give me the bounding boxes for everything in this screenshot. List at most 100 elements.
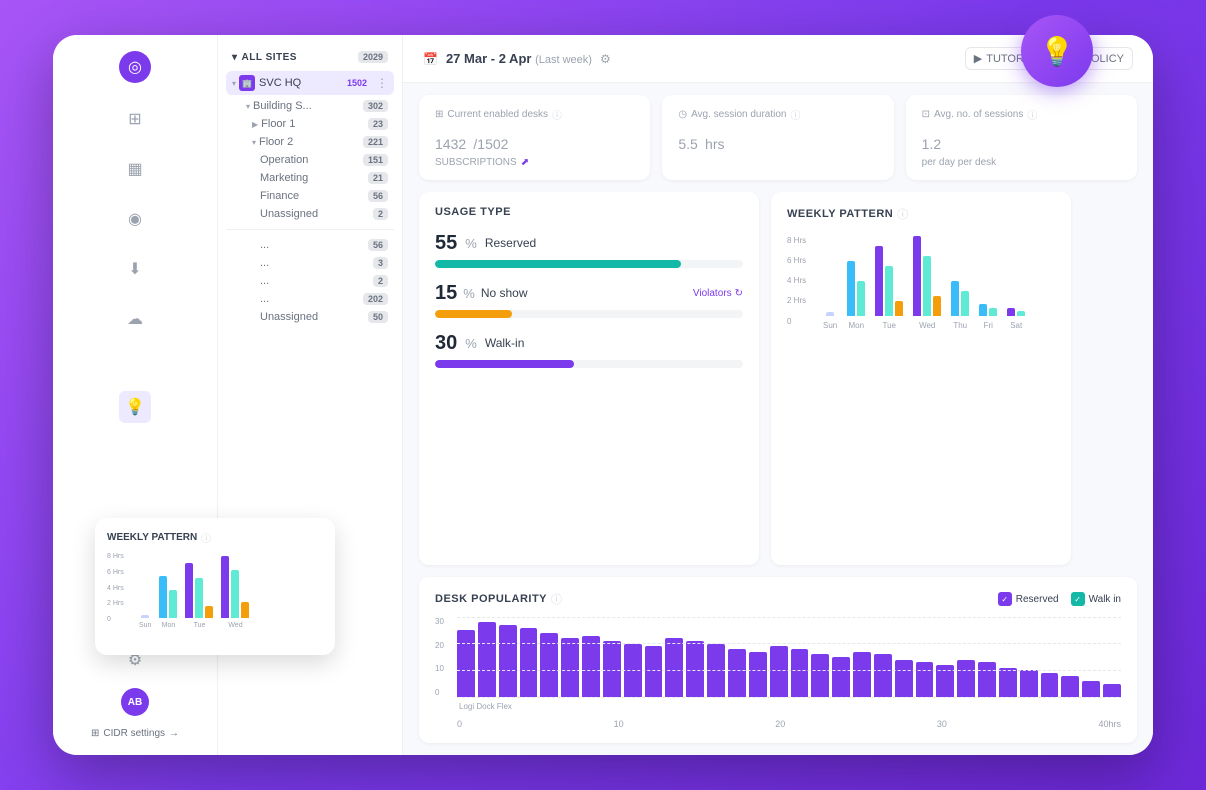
desk-bar-17 [811, 654, 829, 697]
logo-icon: ◎ [128, 57, 142, 77]
nav-item-finance[interactable]: Finance 56 [226, 187, 394, 205]
cidr-settings[interactable]: ⊞ CIDR settings → [91, 728, 179, 739]
x-0: 0 [457, 719, 462, 729]
wed-label: Wed [919, 321, 935, 330]
date-range: 27 Mar - 2 Apr (Last week) [446, 51, 592, 66]
desk-bar-16 [791, 649, 809, 697]
metric-sub-sessions: per day per desk [922, 157, 1121, 168]
noshow-pct: 15 [435, 282, 457, 305]
desk-bar-9 [645, 646, 663, 697]
nav-extra-2[interactable]: ... 3 [226, 254, 394, 272]
operation-count: 151 [363, 154, 388, 166]
bottom-panels: USAGE TYPE 55 % Reserved [403, 192, 1153, 577]
chart-day-mon: Mon [847, 226, 865, 330]
reserved-pct: 55 [435, 232, 457, 255]
desk-bar-6 [582, 636, 600, 697]
metric-avg-sessions: ⊡ Avg. no. of sessions ⓘ 1.2 per day per… [906, 95, 1137, 180]
floating-weekly-card: WEEKLY PATTERN ⓘ 8 Hrs 6 Hrs 4 Hrs 2 Hrs… [95, 518, 335, 655]
first-desk-label: Logi Dock Flex [459, 702, 512, 711]
external-link-icon[interactable]: ⬈ [521, 157, 529, 168]
nav-extra-3[interactable]: ... 2 [226, 272, 394, 290]
reserved-bar [435, 260, 743, 268]
fri-bar1 [979, 304, 987, 316]
weekly-pattern-title: WEEKLY PATTERN ⓘ [787, 206, 1055, 222]
reserved-bar-fill [435, 260, 681, 268]
weekly-pattern-panel: WEEKLY PATTERN ⓘ 8 Hrs 6 Hrs 4 Hrs 2 Hrs… [771, 192, 1071, 565]
desk-bar-27 [1020, 670, 1038, 697]
cidr-icon: ⊞ [91, 728, 99, 739]
building-count: 302 [363, 100, 388, 112]
desk-bar-30 [1082, 681, 1100, 697]
nav-extra-1[interactable]: ... 56 [226, 236, 394, 254]
desk-panel-header: DESK POPULARITY ⓘ ✓ Reserved ✓ Walk in [435, 591, 1121, 607]
sidebar-item-download[interactable]: ⬇ [119, 253, 151, 285]
x-10: 10 [614, 719, 624, 729]
info-icon-weekly: ⓘ [897, 206, 909, 222]
mon-bar1 [847, 261, 855, 316]
sidebar-item-cloud[interactable]: ☁ [119, 303, 151, 335]
desk-bar-2 [499, 625, 517, 697]
desk-y-10: 10 [435, 664, 455, 673]
mon-bar2 [857, 281, 865, 316]
violators-button[interactable]: Violators ↻ [693, 288, 743, 299]
sidebar-item-chart[interactable]: ▦ [119, 153, 151, 185]
nav-item-floor2[interactable]: ▾ Floor 2 221 [226, 133, 394, 151]
desk-bar-18 [832, 657, 850, 697]
lightbulb-icon: 💡 [1040, 35, 1075, 68]
nav-item-floor1[interactable]: ▶ Floor 1 23 [226, 115, 394, 133]
desk-bar-24 [957, 660, 975, 697]
walkin-bar-fill [435, 360, 574, 368]
nav-item-building[interactable]: ▾ Building S... 302 [226, 97, 394, 115]
sat-bar1 [1007, 308, 1015, 316]
usage-type-title: USAGE TYPE [435, 206, 743, 218]
date-settings-icon[interactable]: ⚙ [600, 52, 611, 66]
chart-day-fri: Fri [979, 226, 997, 330]
unassigned-count: 2 [373, 208, 388, 220]
desk-bar-29 [1061, 676, 1079, 697]
chevron-down-f2-icon: ▾ [252, 138, 256, 147]
desk-bar-14 [749, 652, 767, 697]
sun-bar [826, 312, 834, 316]
y-label-4hrs: 4 Hrs [787, 276, 806, 285]
floor1-count: 23 [368, 118, 388, 130]
nav-item-operation[interactable]: Operation 151 [226, 151, 394, 169]
desk-bar-12 [707, 644, 725, 697]
tue-bar3 [895, 301, 903, 316]
nav-all-sites[interactable]: ▾ ALL SITES 2029 [226, 47, 394, 67]
sidebar-item-layers[interactable]: ⊞ [119, 103, 151, 135]
walkin-bar [435, 360, 743, 368]
chart-day-sun: Sun [823, 226, 837, 330]
desk-bar-3 [520, 628, 538, 697]
weekly-bars: Sun Mon [823, 240, 1025, 330]
sun-label: Sun [823, 321, 837, 330]
nav-item-unassigned[interactable]: Unassigned 2 [226, 205, 394, 223]
nav-extra-4[interactable]: ... 202 [226, 290, 394, 308]
metrics-row: ⊞ Current enabled desks ⓘ 1432 /1502 SUB… [403, 83, 1153, 192]
usage-reserved-row: 55 % Reserved [435, 232, 743, 268]
desk-bars-wrapper: Logi Dock Flex 0 10 20 30 40hrs [457, 617, 1121, 729]
desk-bar-26 [999, 668, 1017, 697]
nav-unassigned-2[interactable]: Unassigned 50 [226, 308, 394, 326]
x-axis: 0 10 20 30 40hrs [457, 715, 1121, 729]
chart-day-tue: Tue [875, 226, 903, 330]
chart-day-wed: Wed [913, 226, 941, 330]
app-logo[interactable]: ◎ [119, 51, 151, 83]
float-tue: Tue [185, 548, 213, 629]
sat-label: Sat [1010, 321, 1022, 330]
legend-reserved: ✓ Reserved [998, 592, 1059, 606]
chevron-right-icon: ▶ [252, 120, 258, 129]
floating-card-title: WEEKLY PATTERN ⓘ [107, 530, 323, 545]
y-label-8hrs: 8 Hrs [787, 236, 806, 245]
avatar[interactable]: AB [121, 688, 149, 716]
sidebar-item-bulb[interactable]: 💡 [119, 391, 151, 423]
legend-walkin: ✓ Walk in [1071, 592, 1121, 606]
nav-item-marketing[interactable]: Marketing 21 [226, 169, 394, 187]
thu-bar1 [951, 281, 959, 316]
more-icon[interactable]: ⋮ [376, 76, 388, 90]
wed-bar2 [923, 256, 931, 316]
sidebar-item-camera[interactable]: ◉ [119, 203, 151, 235]
nav-item-svc-hq[interactable]: ▾ 🏢 SVC HQ 1502 ⋮ [226, 71, 394, 95]
walkin-legend-check: ✓ [1071, 592, 1085, 606]
desk-bar-0 [457, 630, 475, 697]
wed-bar1 [913, 236, 921, 316]
